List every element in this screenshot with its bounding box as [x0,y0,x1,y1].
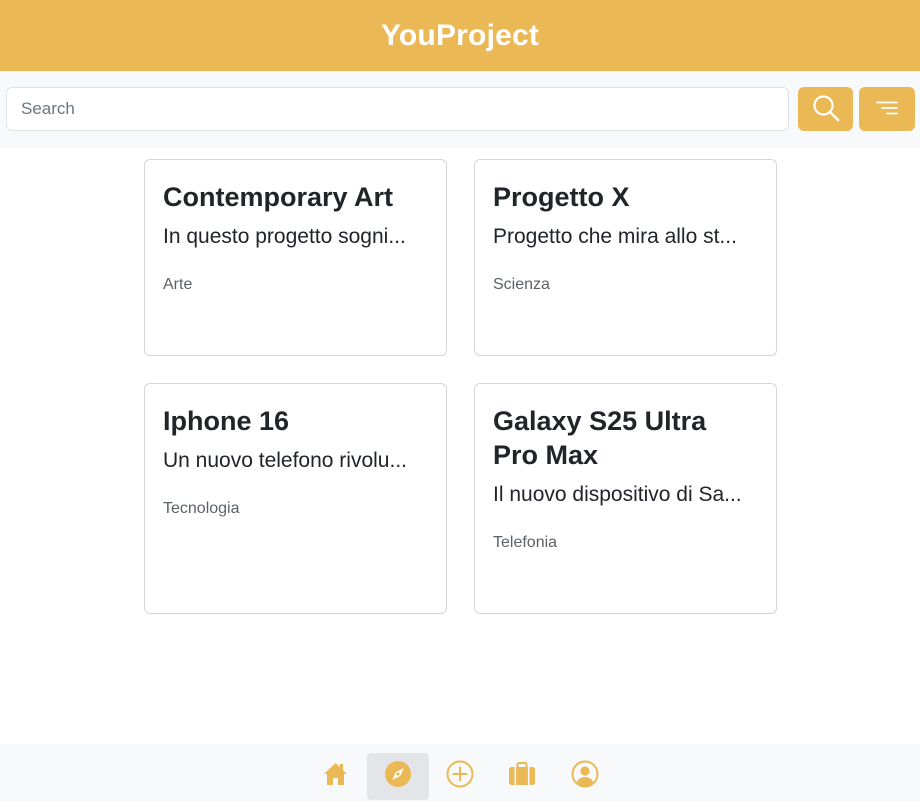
project-card[interactable]: Progetto X Progetto che mira allo st... … [474,159,777,356]
nav-projects[interactable] [491,753,553,800]
user-circle-icon [571,760,599,793]
project-title: Iphone 16 [163,406,290,436]
home-icon [322,761,349,793]
project-title: Contemporary Art [163,182,394,212]
app-header: YouProject [0,0,920,71]
search-icon [812,94,840,125]
nav-profile[interactable] [554,753,616,800]
bottom-nav [0,744,920,801]
project-title: Galaxy S25 Ultra Pro Max [493,406,707,470]
project-category: Arte [163,276,193,293]
project-description: Progetto che mira allo st... [493,225,737,248]
project-card[interactable]: Iphone 16 Un nuovo telefono rivolu... Te… [144,383,447,614]
briefcase-icon [508,761,536,792]
project-category: Telefonia [493,534,558,551]
nav-home[interactable] [304,753,366,800]
project-card[interactable]: Contemporary Art In questo progetto sogn… [144,159,447,356]
project-description: In questo progetto sogni... [163,225,406,248]
app-root: YouProject Contemporary Art In questo pr… [0,0,920,801]
project-card[interactable]: Galaxy S25 Ultra Pro Max Il nuovo dispos… [474,383,777,614]
nav-explore[interactable] [367,753,429,800]
search-input[interactable] [6,87,789,131]
compass-icon [384,760,412,793]
project-category: Tecnologia [163,500,240,517]
search-button[interactable] [798,87,853,131]
filter-icon [875,100,899,119]
project-description: Il nuovo dispositivo di Sa... [493,483,742,506]
add-circle-icon [446,760,474,793]
app-title: YouProject [380,18,540,52]
project-description: Un nuovo telefono rivolu... [163,449,407,472]
project-title: Progetto X [493,182,630,212]
nav-add[interactable] [429,753,491,800]
project-category: Scienza [493,276,550,293]
filter-button[interactable] [859,87,915,131]
